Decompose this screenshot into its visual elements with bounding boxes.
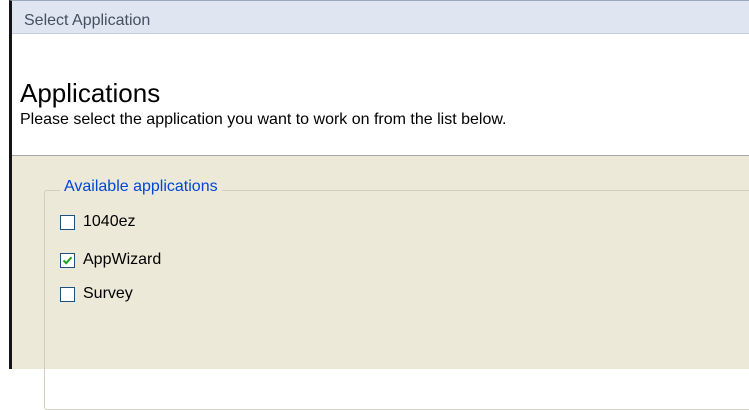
checkbox-item-appwizard[interactable]: AppWizard bbox=[60, 248, 161, 272]
checkbox-survey[interactable] bbox=[60, 286, 75, 302]
header-panel: Applications Please select the applicati… bbox=[12, 34, 749, 156]
page-subtitle: Please select the application you want t… bbox=[20, 111, 507, 128]
window-title: Select Application bbox=[24, 12, 151, 29]
checkbox-label-survey[interactable]: Survey bbox=[83, 284, 133, 304]
checkbox-item-1040ez[interactable]: 1040ez bbox=[60, 210, 136, 234]
groupbox-legend: Available applications bbox=[60, 177, 222, 197]
available-applications-groupbox bbox=[44, 190, 749, 410]
content-area: Available applications 1040ez AppWizard … bbox=[12, 156, 749, 410]
title-bar[interactable]: Select Application bbox=[12, 1, 749, 34]
select-application-dialog: Select Application Applications Please s… bbox=[9, 0, 749, 410]
checkbox-appwizard[interactable] bbox=[60, 252, 75, 268]
checkmark-icon bbox=[62, 256, 73, 265]
checkbox-label-appwizard[interactable]: AppWizard bbox=[83, 250, 161, 270]
checkbox-label-1040ez[interactable]: 1040ez bbox=[83, 212, 136, 232]
page-title: Applications bbox=[20, 78, 161, 108]
checkbox-item-survey[interactable]: Survey bbox=[60, 282, 133, 306]
checkbox-1040ez[interactable] bbox=[60, 214, 75, 230]
